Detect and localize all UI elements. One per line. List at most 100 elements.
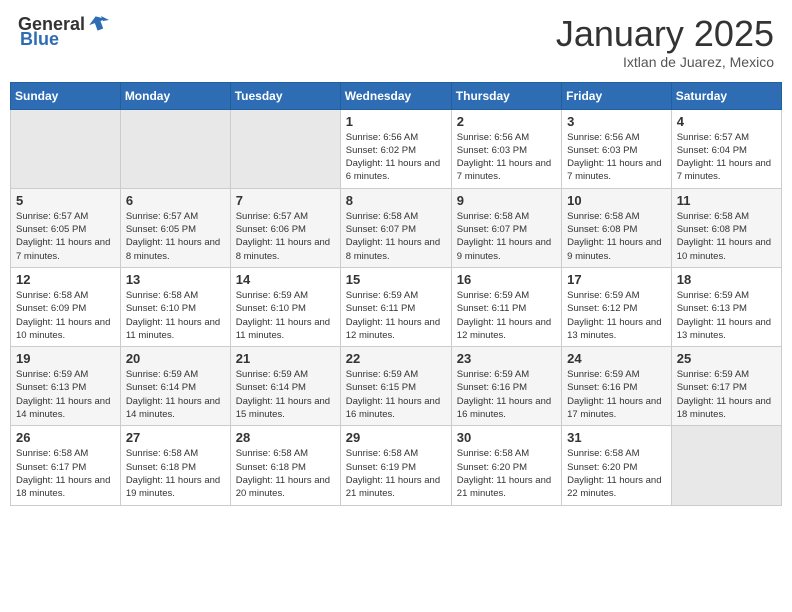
day-number: 1 [346,114,446,129]
day-info: Sunrise: 6:56 AMSunset: 6:02 PMDaylight:… [346,131,446,184]
day-cell [230,109,340,188]
day-info: Sunrise: 6:59 AMSunset: 6:13 PMDaylight:… [677,289,776,342]
week-row-2: 5 Sunrise: 6:57 AMSunset: 6:05 PMDaylight… [11,188,782,267]
day-number: 19 [16,351,115,366]
day-info: Sunrise: 6:59 AMSunset: 6:12 PMDaylight:… [567,289,666,342]
day-number: 8 [346,193,446,208]
day-cell: 20Sunrise: 6:59 AMSunset: 6:14 PMDayligh… [120,347,230,426]
day-number: 23 [457,351,556,366]
day-info: Sunrise: 6:58 AMSunset: 6:19 PMDaylight:… [346,447,446,500]
day-cell: 30 Sunrise: 6:58 AMSunset: 6:20 PMDayligh… [451,426,561,505]
week-row-4: 19Sunrise: 6:59 AMSunset: 6:13 PMDayligh… [11,347,782,426]
day-number: 21 [236,351,335,366]
day-cell: 17 Sunrise: 6:59 AMSunset: 6:12 PMDayligh… [562,267,672,346]
day-cell: 13Sunrise: 6:58 AMSunset: 6:10 PMDayligh… [120,267,230,346]
day-number: 16 [457,272,556,287]
day-cell: 14 Sunrise: 6:59 AMSunset: 6:10 PMDayligh… [230,267,340,346]
day-cell: 9Sunrise: 6:58 AMSunset: 6:07 PMDaylight… [451,188,561,267]
day-number: 28 [236,430,335,445]
weekday-header-monday: Monday [120,82,230,109]
day-info: Sunrise: 6:59 AMSunset: 6:17 PMDaylight:… [677,368,776,421]
day-number: 29 [346,430,446,445]
day-cell [11,109,121,188]
day-info: Sunrise: 6:58 AMSunset: 6:08 PMDaylight:… [567,210,666,263]
day-cell: 4 Sunrise: 6:57 AMSunset: 6:04 PMDaylight… [671,109,781,188]
day-cell: 29 Sunrise: 6:58 AMSunset: 6:19 PMDayligh… [340,426,451,505]
day-number: 14 [236,272,335,287]
day-number: 10 [567,193,666,208]
day-number: 27 [126,430,225,445]
logo: General Blue [18,14,109,50]
day-cell: 10 Sunrise: 6:58 AMSunset: 6:08 PMDayligh… [562,188,672,267]
day-cell: 21 Sunrise: 6:59 AMSunset: 6:14 PMDayligh… [230,347,340,426]
day-info: Sunrise: 6:58 AMSunset: 6:07 PMDaylight:… [346,210,446,263]
day-cell: 18 Sunrise: 6:59 AMSunset: 6:13 PMDayligh… [671,267,781,346]
week-row-3: 12 Sunrise: 6:58 AMSunset: 6:09 PMDayligh… [11,267,782,346]
day-number: 7 [236,193,335,208]
weekday-header-sunday: Sunday [11,82,121,109]
day-info: Sunrise: 6:58 AMSunset: 6:18 PMDaylight:… [236,447,335,500]
day-info: Sunrise: 6:57 AMSunset: 6:05 PMDaylight:… [16,210,115,263]
day-cell: 6 Sunrise: 6:57 AMSunset: 6:05 PMDaylight… [120,188,230,267]
day-cell: 16 Sunrise: 6:59 AMSunset: 6:11 PMDayligh… [451,267,561,346]
day-info: Sunrise: 6:57 AMSunset: 6:04 PMDaylight:… [677,131,776,184]
day-number: 5 [16,193,115,208]
day-cell [671,426,781,505]
week-row-5: 26 Sunrise: 6:58 AMSunset: 6:17 PMDayligh… [11,426,782,505]
day-number: 17 [567,272,666,287]
day-number: 4 [677,114,776,129]
day-number: 12 [16,272,115,287]
month-title: January 2025 [556,14,774,54]
weekday-header-saturday: Saturday [671,82,781,109]
logo-blue-text: Blue [20,29,59,50]
day-cell: 5 Sunrise: 6:57 AMSunset: 6:05 PMDaylight… [11,188,121,267]
weekday-header-friday: Friday [562,82,672,109]
logo-bird-icon [87,12,109,34]
day-number: 6 [126,193,225,208]
day-info: Sunrise: 6:59 AMSunset: 6:15 PMDaylight:… [346,368,446,421]
day-info: Sunrise: 6:59 AMSunset: 6:10 PMDaylight:… [236,289,335,342]
weekday-header-thursday: Thursday [451,82,561,109]
weekday-header-wednesday: Wednesday [340,82,451,109]
day-number: 22 [346,351,446,366]
day-number: 26 [16,430,115,445]
day-info: Sunrise: 6:59 AMSunset: 6:11 PMDaylight:… [346,289,446,342]
day-cell: 2 Sunrise: 6:56 AMSunset: 6:03 PMDaylight… [451,109,561,188]
day-info: Sunrise: 6:59 AMSunset: 6:14 PMDaylight:… [236,368,335,421]
day-cell: 19Sunrise: 6:59 AMSunset: 6:13 PMDayligh… [11,347,121,426]
day-info: Sunrise: 6:56 AMSunset: 6:03 PMDaylight:… [457,131,556,184]
calendar-table: SundayMondayTuesdayWednesdayThursdayFrid… [10,82,782,506]
page-header: General Blue January 2025 Ixtlan de Juar… [10,10,782,74]
day-cell: 1 Sunrise: 6:56 AMSunset: 6:02 PMDaylight… [340,109,451,188]
weekday-header-tuesday: Tuesday [230,82,340,109]
day-number: 2 [457,114,556,129]
week-row-1: 1 Sunrise: 6:56 AMSunset: 6:02 PMDaylight… [11,109,782,188]
day-info: Sunrise: 6:56 AMSunset: 6:03 PMDaylight:… [567,131,666,184]
title-section: January 2025 Ixtlan de Juarez, Mexico [556,14,774,70]
day-info: Sunrise: 6:58 AMSunset: 6:20 PMDaylight:… [457,447,556,500]
day-number: 18 [677,272,776,287]
day-cell: 31Sunrise: 6:58 AMSunset: 6:20 PMDayligh… [562,426,672,505]
day-cell: 7 Sunrise: 6:57 AMSunset: 6:06 PMDaylight… [230,188,340,267]
day-info: Sunrise: 6:57 AMSunset: 6:05 PMDaylight:… [126,210,225,263]
day-cell: 27 Sunrise: 6:58 AMSunset: 6:18 PMDayligh… [120,426,230,505]
day-info: Sunrise: 6:58 AMSunset: 6:18 PMDaylight:… [126,447,225,500]
day-info: Sunrise: 6:58 AMSunset: 6:10 PMDaylight:… [126,289,225,342]
day-cell: 12 Sunrise: 6:58 AMSunset: 6:09 PMDayligh… [11,267,121,346]
day-cell: 22 Sunrise: 6:59 AMSunset: 6:15 PMDayligh… [340,347,451,426]
day-number: 30 [457,430,556,445]
day-number: 31 [567,430,666,445]
day-number: 15 [346,272,446,287]
day-info: Sunrise: 6:58 AMSunset: 6:17 PMDaylight:… [16,447,115,500]
day-info: Sunrise: 6:58 AMSunset: 6:09 PMDaylight:… [16,289,115,342]
day-info: Sunrise: 6:59 AMSunset: 6:16 PMDaylight:… [457,368,556,421]
day-info: Sunrise: 6:59 AMSunset: 6:11 PMDaylight:… [457,289,556,342]
day-info: Sunrise: 6:59 AMSunset: 6:16 PMDaylight:… [567,368,666,421]
day-info: Sunrise: 6:58 AMSunset: 6:08 PMDaylight:… [677,210,776,263]
weekday-header-row: SundayMondayTuesdayWednesdayThursdayFrid… [11,82,782,109]
day-cell: 25Sunrise: 6:59 AMSunset: 6:17 PMDayligh… [671,347,781,426]
day-cell: 8 Sunrise: 6:58 AMSunset: 6:07 PMDaylight… [340,188,451,267]
day-info: Sunrise: 6:57 AMSunset: 6:06 PMDaylight:… [236,210,335,263]
location-title: Ixtlan de Juarez, Mexico [556,54,774,70]
day-cell: 15 Sunrise: 6:59 AMSunset: 6:11 PMDayligh… [340,267,451,346]
